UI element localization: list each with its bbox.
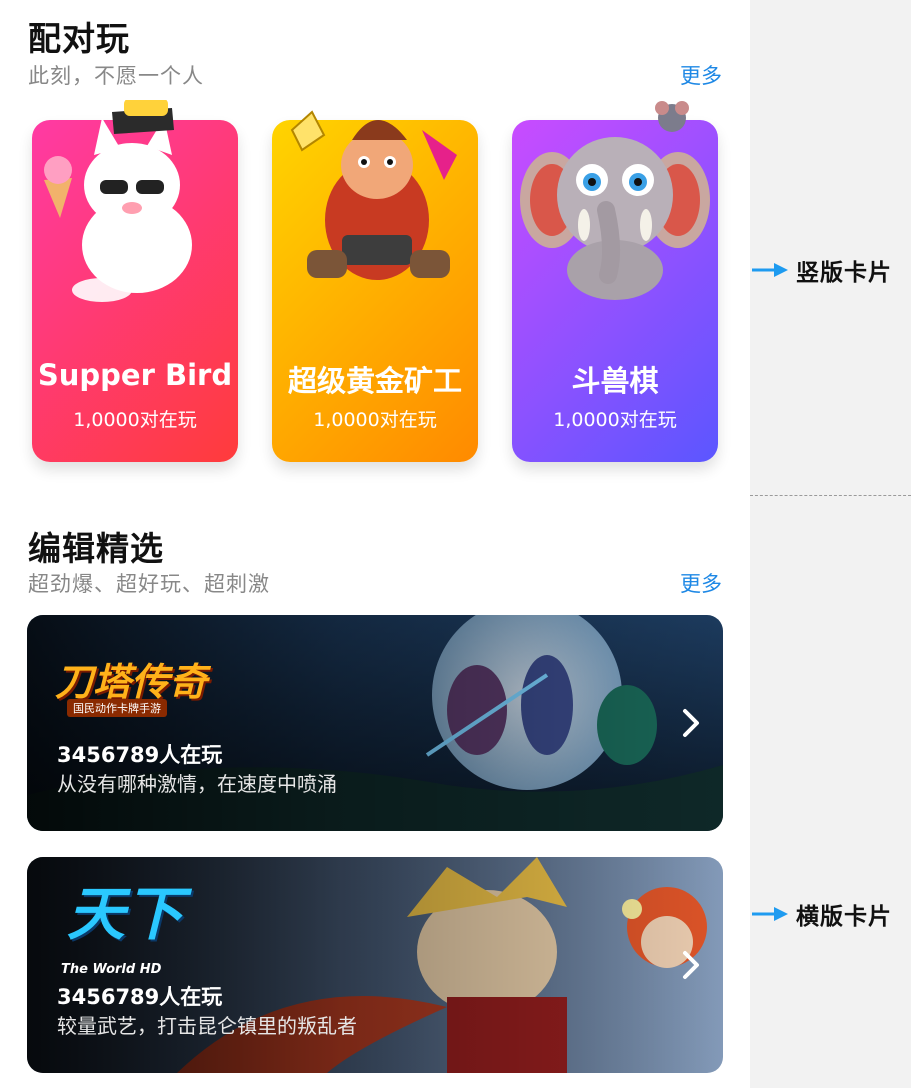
game-description: 较量武艺，打击昆仑镇里的叛乱者 <box>57 1014 357 1038</box>
cat-character-icon <box>44 100 192 302</box>
annotation-horizontal-card: 横版卡片 <box>752 897 892 931</box>
game-logo: 天下 <box>67 880 184 948</box>
annotation-divider <box>750 495 911 496</box>
arrow-right-icon <box>752 263 788 277</box>
vertical-card-animal-chess[interactable]: 斗兽棋 1,0000对在玩 <box>512 101 718 462</box>
game-name: Supper Bird <box>37 358 233 392</box>
miner-character-icon <box>290 110 457 280</box>
main-panel: 配对玩 此刻，不愿一个人 更多 Supper Bird 1,0000对在玩 超级… <box>0 0 750 1088</box>
annotation-vertical-card: 竖版卡片 <box>752 253 892 287</box>
vertical-card-gold-miner[interactable]: 超级黄金矿工 1,0000对在玩 <box>272 110 478 462</box>
play-count: 3456789人在玩 <box>57 985 223 1009</box>
elephant-character-icon <box>520 101 710 300</box>
game-logo: 刀塔传奇 <box>55 660 208 704</box>
game-logo-subtitle: 国民动作卡牌手游 <box>67 699 167 717</box>
game-name: 斗兽棋 <box>571 364 659 398</box>
section-title-pair: 配对玩 <box>28 19 130 58</box>
vertical-card-supper-bird[interactable]: Supper Bird 1,0000对在玩 <box>32 100 238 462</box>
play-count: 1,0000对在玩 <box>313 409 437 431</box>
chevron-right-icon[interactable] <box>681 707 701 739</box>
section-title-editor: 编辑精选 <box>28 529 164 568</box>
section-subtitle-pair: 此刻，不愿一个人 <box>28 64 204 88</box>
play-count: 1,0000对在玩 <box>553 409 677 431</box>
game-name: 超级黄金矿工 <box>287 364 462 398</box>
arrow-right-icon <box>752 907 788 921</box>
chevron-right-icon[interactable] <box>681 949 701 981</box>
annotation-label: 横版卡片 <box>796 904 892 930</box>
play-count: 3456789人在玩 <box>57 743 223 767</box>
horizontal-card-tianxia[interactable]: 天下 The World HD 3456789人在玩 较量武艺，打击昆仑镇里的叛… <box>27 857 723 1073</box>
section-subtitle-editor: 超劲爆、超好玩、超刺激 <box>28 572 270 596</box>
play-count: 1,0000对在玩 <box>73 409 197 431</box>
annotation-label: 竖版卡片 <box>796 260 892 286</box>
more-link-editor[interactable]: 更多 <box>680 568 722 598</box>
game-logo-subtitle: The World HD <box>61 962 162 977</box>
horizontal-card-dota-legend[interactable]: 刀塔传奇 国民动作卡牌手游 3456789人在玩 从没有哪种激情，在速度中喷涌 <box>27 615 723 831</box>
game-description: 从没有哪种激情，在速度中喷涌 <box>57 772 337 796</box>
banner-shade <box>27 615 723 831</box>
more-link-pair[interactable]: 更多 <box>680 60 722 90</box>
